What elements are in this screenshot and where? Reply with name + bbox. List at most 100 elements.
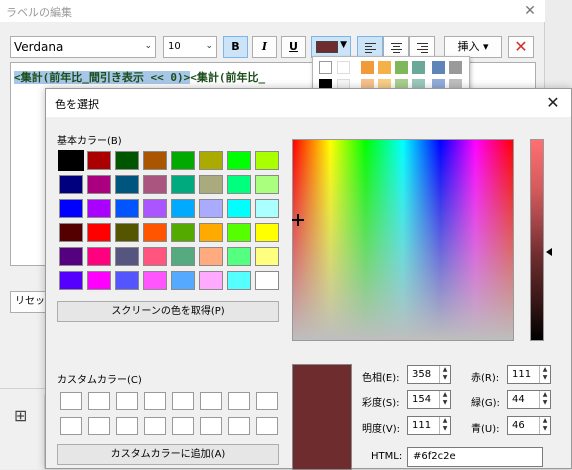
spin-arrows-icon[interactable]: ▲ ▼ xyxy=(439,417,450,434)
basic-color-swatch[interactable] xyxy=(87,175,111,194)
basic-color-swatch[interactable] xyxy=(227,151,251,170)
palette-cell[interactable] xyxy=(449,61,462,74)
spin-arrows-icon[interactable]: ▲ ▼ xyxy=(439,366,450,383)
spin-arrows-icon[interactable]: ▲ ▼ xyxy=(539,417,550,434)
basic-color-swatch[interactable] xyxy=(115,151,139,170)
bold-button[interactable]: B xyxy=(223,36,248,58)
font-size-select[interactable]: 10 ⌄ xyxy=(163,36,217,58)
basic-color-swatch[interactable] xyxy=(59,223,83,242)
custom-color-swatch[interactable] xyxy=(60,417,82,435)
basic-color-swatch[interactable] xyxy=(199,175,223,194)
basic-color-swatch[interactable] xyxy=(199,247,223,266)
align-right-button[interactable] xyxy=(409,36,435,58)
font-family-select[interactable]: Verdana ⌄ xyxy=(10,36,156,58)
basic-color-swatch[interactable] xyxy=(255,247,279,266)
custom-color-swatch[interactable] xyxy=(228,417,250,435)
custom-color-swatch[interactable] xyxy=(116,417,138,435)
basic-color-swatch[interactable] xyxy=(255,175,279,194)
custom-color-swatch[interactable] xyxy=(172,392,194,410)
palette-cell[interactable] xyxy=(432,61,445,74)
hue-saturation-spectrum[interactable] xyxy=(292,139,514,341)
basic-color-swatch[interactable] xyxy=(143,151,167,170)
palette-cell[interactable] xyxy=(319,61,332,74)
luminance-slider[interactable] xyxy=(530,139,544,341)
basic-color-swatch[interactable] xyxy=(171,271,195,290)
spin-arrows-icon[interactable]: ▲ ▼ xyxy=(439,391,450,408)
basic-color-swatch[interactable] xyxy=(115,223,139,242)
close-icon[interactable]: ✕ xyxy=(520,1,540,21)
underline-button[interactable]: U xyxy=(281,36,306,58)
basic-color-swatch[interactable] xyxy=(87,199,111,218)
delete-button[interactable]: ✕ xyxy=(508,36,534,58)
palette-cell[interactable] xyxy=(337,61,350,74)
palette-cell[interactable] xyxy=(378,61,391,74)
saturation-spinbox[interactable]: 154 ▲ ▼ xyxy=(407,390,451,409)
basic-color-swatch[interactable] xyxy=(171,175,195,194)
custom-color-swatch[interactable] xyxy=(144,417,166,435)
basic-color-swatch[interactable] xyxy=(115,175,139,194)
align-center-button[interactable] xyxy=(383,36,409,58)
spin-arrows-icon[interactable]: ▲ ▼ xyxy=(539,391,550,408)
custom-color-swatch[interactable] xyxy=(228,392,250,410)
basic-color-swatch[interactable] xyxy=(171,199,195,218)
custom-color-swatch[interactable] xyxy=(200,417,222,435)
red-spinbox[interactable]: 111 ▲ ▼ xyxy=(507,365,551,384)
close-icon[interactable]: ✕ xyxy=(541,91,565,115)
basic-color-swatch[interactable] xyxy=(227,223,251,242)
basic-color-swatch[interactable] xyxy=(199,271,223,290)
basic-color-swatch[interactable] xyxy=(87,223,111,242)
basic-color-swatch[interactable] xyxy=(87,247,111,266)
basic-color-swatch[interactable] xyxy=(115,199,139,218)
spin-arrows-icon[interactable]: ▲ ▼ xyxy=(539,366,550,383)
basic-color-swatch[interactable] xyxy=(115,247,139,266)
palette-cell[interactable] xyxy=(395,61,408,74)
basic-color-swatch[interactable] xyxy=(255,271,279,290)
basic-color-swatch[interactable] xyxy=(59,247,83,266)
basic-color-swatch[interactable] xyxy=(199,151,223,170)
custom-color-swatch[interactable] xyxy=(256,417,278,435)
slider-pointer-icon[interactable] xyxy=(546,248,552,256)
html-color-input[interactable]: #6f2c2e xyxy=(407,447,543,467)
basic-color-swatch[interactable] xyxy=(227,271,251,290)
basic-color-swatch[interactable] xyxy=(255,223,279,242)
palette-cell[interactable] xyxy=(361,61,374,74)
basic-color-swatch[interactable] xyxy=(227,175,251,194)
custom-color-swatch[interactable] xyxy=(200,392,222,410)
basic-color-swatch[interactable] xyxy=(87,271,111,290)
align-left-button[interactable] xyxy=(357,36,383,58)
basic-color-swatch[interactable] xyxy=(87,151,111,170)
hue-spinbox[interactable]: 358 ▲ ▼ xyxy=(407,365,451,384)
basic-color-swatch[interactable] xyxy=(58,150,84,171)
palette-cell[interactable] xyxy=(412,61,425,74)
add-custom-color-button[interactable]: カスタムカラーに追加(A) xyxy=(57,444,279,465)
basic-color-swatch[interactable] xyxy=(143,175,167,194)
custom-color-swatch[interactable] xyxy=(88,392,110,410)
basic-color-swatch[interactable] xyxy=(59,199,83,218)
basic-color-swatch[interactable] xyxy=(227,247,251,266)
custom-color-swatch[interactable] xyxy=(60,392,82,410)
basic-color-swatch[interactable] xyxy=(255,151,279,170)
basic-color-swatch[interactable] xyxy=(143,271,167,290)
basic-color-swatch[interactable] xyxy=(227,199,251,218)
basic-color-swatch[interactable] xyxy=(255,199,279,218)
font-color-button[interactable]: ▼ xyxy=(311,36,351,58)
basic-color-swatch[interactable] xyxy=(59,271,83,290)
basic-color-swatch[interactable] xyxy=(143,247,167,266)
custom-color-swatch[interactable] xyxy=(116,392,138,410)
custom-color-swatch[interactable] xyxy=(144,392,166,410)
insert-button[interactable]: 挿入 ▾ xyxy=(444,36,502,58)
basic-color-swatch[interactable] xyxy=(199,223,223,242)
custom-color-swatch[interactable] xyxy=(256,392,278,410)
basic-color-swatch[interactable] xyxy=(143,223,167,242)
custom-color-swatch[interactable] xyxy=(88,417,110,435)
reset-button[interactable]: リセッ xyxy=(10,291,50,313)
basic-color-swatch[interactable] xyxy=(199,199,223,218)
basic-color-swatch[interactable] xyxy=(59,175,83,194)
basic-color-swatch[interactable] xyxy=(143,199,167,218)
italic-button[interactable]: I xyxy=(252,36,277,58)
blue-spinbox[interactable]: 46 ▲ ▼ xyxy=(507,416,551,435)
grab-screen-color-button[interactable]: スクリーンの色を取得(P) xyxy=(57,301,279,322)
basic-color-swatch[interactable] xyxy=(171,223,195,242)
basic-color-swatch[interactable] xyxy=(171,151,195,170)
basic-color-swatch[interactable] xyxy=(171,247,195,266)
